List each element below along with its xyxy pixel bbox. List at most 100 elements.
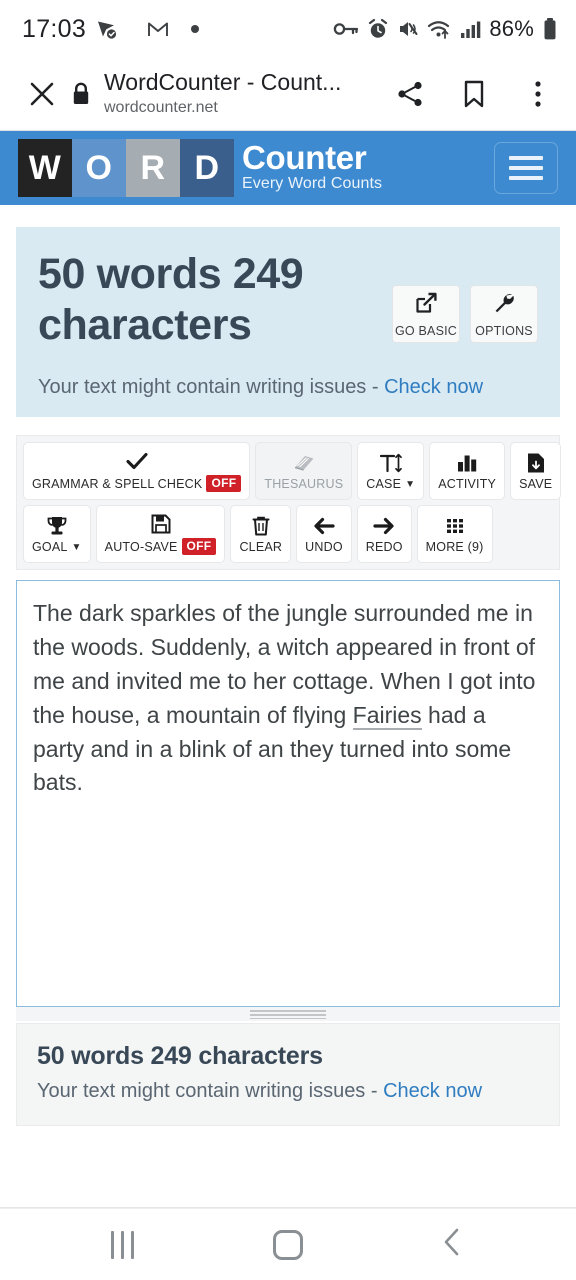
thesaurus-button[interactable]: THESAURUS — [255, 442, 353, 501]
hamburger-menu-icon[interactable] — [494, 142, 558, 194]
case-label: CASE — [366, 476, 402, 491]
bar-chart-icon — [455, 452, 479, 474]
bottom-stats-panel: 50 words 249 characters Your text might … — [16, 1023, 560, 1127]
options-label: OPTIONS — [475, 323, 533, 338]
bottom-check-now-link[interactable]: Check now — [383, 1080, 482, 1102]
bottom-writing-issues-notice: Your text might contain writing issues -… — [37, 1080, 539, 1103]
undo-label: UNDO — [305, 539, 343, 554]
lock-icon — [64, 81, 98, 107]
overflow-menu-icon[interactable] — [518, 72, 558, 116]
status-bar-clock: 17:03 — [22, 14, 87, 43]
site-logo[interactable]: W O R D Counter Every Word Counts — [18, 139, 382, 197]
auto-save-label-wrap: AUTO-SAVE OFF — [104, 538, 217, 556]
more-button[interactable]: MORE (9) — [416, 505, 493, 564]
logo-tagline: Every Word Counts — [242, 175, 383, 193]
toolbar-row-2: GOAL ▼ AUTO-SAVE OFF CLEAR UNDO REDO MOR… — [23, 505, 553, 564]
logo-wordmark: Counter Every Word Counts — [242, 139, 382, 197]
save-button[interactable]: SAVE — [510, 442, 562, 501]
phone-screen: 17:03 86% WordCounter - Count... wordcou… — [0, 0, 576, 1280]
mute-vibrate-icon — [397, 18, 419, 40]
status-bar: 17:03 86% — [0, 0, 576, 58]
goal-label-wrap: GOAL ▼ — [32, 540, 82, 554]
back-chevron-icon — [440, 1226, 466, 1263]
writing-issues-notice: Your text might contain writing issues -… — [38, 376, 538, 399]
location-arrow-check-icon — [95, 17, 119, 41]
bookmark-icon[interactable] — [454, 72, 494, 116]
floppy-disk-icon — [150, 513, 172, 535]
clear-button[interactable]: CLEAR — [230, 505, 292, 564]
page-content: 50 words 249 characters GO BASIC OPTIONS… — [0, 205, 576, 1208]
chevron-down-icon: ▼ — [71, 541, 82, 553]
stats-panel: 50 words 249 characters GO BASIC OPTIONS… — [16, 227, 560, 418]
auto-save-button[interactable]: AUTO-SAVE OFF — [95, 505, 226, 564]
logo-tile-r: R — [126, 139, 180, 197]
activity-button[interactable]: ACTIVITY — [429, 442, 506, 501]
redo-button[interactable]: REDO — [356, 505, 412, 564]
grid-dots-icon — [443, 515, 467, 537]
share-icon[interactable] — [390, 72, 430, 116]
more-label: MORE (9) — [425, 539, 484, 554]
word-count-heading: 50 words 249 characters — [38, 250, 304, 349]
close-tab-button[interactable] — [20, 79, 64, 109]
logo-tile-o: O — [72, 139, 126, 197]
battery-percent-label: 86% — [489, 16, 534, 41]
stats-actions: GO BASIC OPTIONS — [392, 285, 538, 344]
misspelled-word[interactable]: Fairies — [352, 701, 422, 730]
home-button[interactable] — [243, 1215, 333, 1275]
auto-save-label: AUTO-SAVE — [104, 539, 178, 554]
trash-icon — [250, 515, 272, 537]
status-bar-left: 17:03 — [22, 15, 201, 44]
case-button[interactable]: CASE ▼ — [357, 442, 425, 501]
chevron-down-icon: ▼ — [405, 478, 416, 490]
logo-main-text: Counter — [242, 138, 367, 176]
thesaurus-label: THESAURUS — [264, 476, 344, 491]
undo-button[interactable]: UNDO — [296, 505, 352, 564]
grammar-status-badge: OFF — [206, 475, 242, 493]
signal-bars-icon — [459, 19, 481, 39]
bottom-writing-issues-text: Your text might contain writing issues - — [37, 1080, 384, 1103]
site-header: W O R D Counter Every Word Counts — [0, 131, 576, 205]
browser-actions — [380, 72, 558, 116]
wrench-icon — [492, 291, 516, 320]
vpn-key-icon — [333, 18, 359, 40]
recents-button[interactable] — [78, 1215, 168, 1275]
back-button[interactable] — [408, 1215, 498, 1275]
check-now-link[interactable]: Check now — [384, 376, 483, 398]
book-icon — [292, 452, 316, 474]
grammar-spell-check-label: GRAMMAR & SPELL CHECK — [32, 476, 203, 491]
checkmark-icon — [125, 450, 149, 472]
editor-toolbar: GRAMMAR & SPELL CHECK OFF THESAURUS CASE… — [16, 435, 562, 571]
goal-button[interactable]: GOAL ▼ — [23, 505, 91, 564]
activity-label: ACTIVITY — [438, 476, 497, 491]
resize-grip-handle[interactable] — [16, 1007, 560, 1022]
recents-icon — [111, 1230, 135, 1259]
options-button[interactable]: OPTIONS — [470, 285, 538, 344]
alarm-icon — [367, 18, 389, 40]
arrow-left-icon — [312, 515, 336, 537]
browser-title-block[interactable]: WordCounter - Count... wordcounter.net — [102, 69, 380, 118]
page-filler — [0, 1126, 576, 1207]
grammar-spell-check-button[interactable]: GRAMMAR & SPELL CHECK OFF — [23, 442, 251, 501]
auto-save-status-badge: OFF — [181, 538, 217, 556]
page-url: wordcounter.net — [104, 98, 218, 116]
clear-label: CLEAR — [239, 539, 283, 554]
logo-tiles: W O R D — [18, 139, 234, 197]
text-input-area[interactable]: The dark sparkles of the jungle surround… — [16, 580, 560, 1008]
page-title: WordCounter - Count... — [104, 69, 342, 96]
case-label-wrap: CASE ▼ — [366, 477, 415, 491]
goal-label: GOAL — [32, 539, 68, 554]
bottom-word-count: 50 words 249 characters — [37, 1042, 323, 1071]
wifi-icon — [427, 18, 451, 40]
logo-tile-w: W — [18, 139, 72, 197]
writing-issues-text: Your text might contain writing issues - — [38, 376, 385, 399]
text-size-icon — [378, 452, 404, 474]
arrow-right-icon — [372, 515, 396, 537]
status-bar-right: 86% — [333, 16, 558, 42]
save-label: SAVE — [519, 476, 553, 491]
browser-toolbar: WordCounter - Count... wordcounter.net — [0, 58, 576, 130]
go-basic-button[interactable]: GO BASIC — [392, 285, 460, 344]
editor-area: The dark sparkles of the jungle surround… — [16, 580, 560, 1022]
toolbar-row-1: GRAMMAR & SPELL CHECK OFF THESAURUS CASE… — [23, 442, 562, 501]
trophy-icon — [45, 515, 69, 537]
save-download-icon — [525, 452, 547, 474]
